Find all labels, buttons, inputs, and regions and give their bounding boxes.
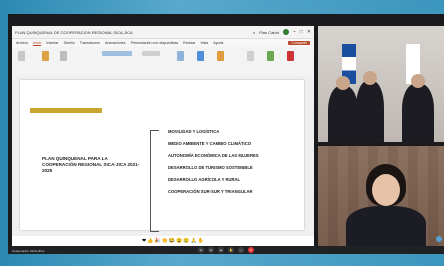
shapes-icon[interactable] — [177, 51, 184, 61]
list-item: MEDIO AMBIENTE Y CAMBIO CLIMÁTICO — [168, 141, 251, 146]
list-item: AUTONOMÍA ECONÓMICA DE LAS MUJERES — [168, 153, 259, 158]
slide-pane: PLAN QUINQUENAL PARA LA COOPERACIÓN REGI… — [12, 76, 314, 236]
list-item: DESARROLLO AGRÍCOLA Y RURAL — [168, 177, 241, 182]
tab-vista[interactable]: Vista — [200, 41, 208, 45]
plan-title: PLAN QUINQUENAL PARA LA COOPERACIÓN REGI… — [42, 156, 140, 173]
video-tile-speaker[interactable] — [318, 146, 444, 246]
participant-head — [363, 71, 377, 85]
ribbon — [12, 47, 314, 78]
search-icon[interactable]: ⌕ — [253, 30, 255, 35]
new-slide-icon[interactable] — [42, 51, 49, 61]
tab-revisar[interactable]: Revisar — [183, 41, 195, 45]
tab-inicio[interactable]: Inicio — [32, 41, 42, 46]
mic-icon[interactable]: ● — [208, 247, 214, 253]
font-selector[interactable] — [102, 51, 132, 56]
speaker-face — [372, 174, 400, 206]
quick-styles-icon[interactable] — [217, 51, 224, 61]
tab-insertar[interactable]: Insertar — [46, 41, 58, 45]
video-tile-group[interactable] — [318, 26, 444, 142]
speaker-body — [346, 206, 426, 246]
topic-list: MOVILIDAD Y LOGÍSTICA MEDIO AMBIENTE Y C… — [168, 129, 268, 201]
paste-icon[interactable] — [18, 51, 25, 61]
participant — [402, 84, 434, 142]
share-button[interactable]: Compartir — [288, 41, 310, 45]
find-icon[interactable] — [247, 51, 254, 61]
microphone-icon — [436, 236, 442, 242]
participant-head — [411, 74, 425, 88]
meeting-name: Cooperación SICA-JICA — [12, 249, 45, 253]
end-call-button[interactable]: ✕ — [248, 247, 254, 253]
participant — [356, 81, 384, 142]
font-size-selector[interactable] — [142, 51, 160, 56]
screen: PLAN QUINQUENAL DE COOPERACION REGIONAL … — [8, 14, 444, 254]
list-item: DESARROLLO DE TURISMO SOSTENIBLE — [168, 165, 253, 170]
tab-animaciones[interactable]: Animaciones — [105, 41, 126, 45]
list-item: MOVILIDAD Y LOGÍSTICA — [168, 129, 220, 134]
layout-icon[interactable] — [60, 51, 67, 61]
dictate-icon[interactable] — [267, 51, 274, 61]
title-bar: PLAN QUINQUENAL DE COOPERACION REGIONAL … — [12, 26, 314, 39]
arrange-icon[interactable] — [197, 51, 204, 61]
maximize-icon[interactable]: □ — [300, 29, 303, 35]
close-icon[interactable]: ✕ — [307, 29, 311, 35]
bracket-connector — [150, 130, 159, 232]
share-screen-icon[interactable]: ▲ — [218, 247, 224, 253]
slide[interactable]: PLAN QUINQUENAL PARA LA COOPERACIÓN REGI… — [20, 80, 304, 232]
reaction-bar[interactable]: ❤👍🎉👏😂😮😢🙏✋ — [142, 238, 205, 244]
window-title: PLAN QUINQUENAL DE COOPERACION REGIONAL … — [15, 29, 133, 35]
meeting-controls: ● ● ▲ ✋ ⋯ ✕ — [8, 246, 444, 254]
participant-head — [336, 76, 350, 90]
more-options-icon[interactable]: ⋯ — [238, 247, 244, 253]
minimize-icon[interactable]: – — [293, 29, 296, 35]
powerpoint-window: PLAN QUINQUENAL DE COOPERACION REGIONAL … — [12, 26, 314, 246]
ribbon-tabs: Archivo Inicio Insertar Diseño Transicio… — [12, 39, 314, 47]
raise-hand-icon[interactable]: ✋ — [228, 247, 234, 253]
tab-ayuda[interactable]: Ayuda — [213, 41, 223, 45]
tab-archivo[interactable]: Archivo — [16, 41, 28, 45]
gold-accent-bar — [30, 108, 102, 113]
participant — [328, 86, 358, 142]
camera-icon[interactable]: ● — [198, 247, 204, 253]
avatar[interactable] — [282, 29, 289, 35]
tab-presentacion[interactable]: Presentación con diapositivas — [131, 41, 179, 45]
tab-transiciones[interactable]: Transiciones — [80, 41, 100, 45]
tab-diseno[interactable]: Diseño — [64, 41, 75, 45]
list-item: COOPERACIÓN SUR-SUR Y TRIANGULAR — [168, 189, 253, 194]
user-name: Plan Cabot — [259, 29, 279, 35]
designer-icon[interactable] — [287, 51, 294, 61]
